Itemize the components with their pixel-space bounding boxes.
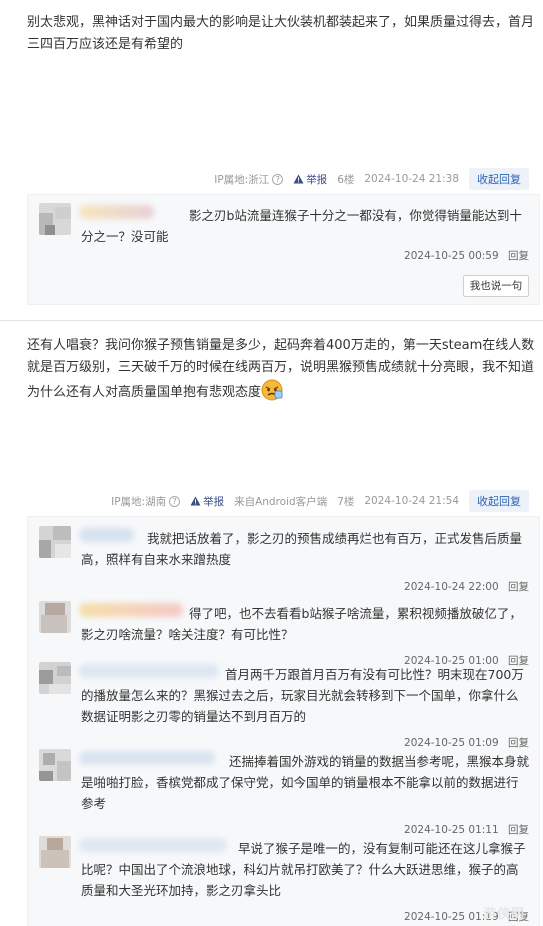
help-icon[interactable]: ? [169,495,181,507]
reply-text: 得了吧，也不去看看b站猴子啥流量，累积视频播放破亿了，影之刃啥流量？啥关注度？有… [81,606,522,642]
angry-emoji-icon [261,379,283,401]
help-icon[interactable]: ? [272,173,284,185]
reply-time: 2024-10-25 00:59 [404,250,499,262]
reply-text: 首月两千万跟首月百万有没有可比性？明末现在700万的播放量怎么来的？黑猴过去之后… [81,667,524,724]
ip-location: IP属地:浙江 ? [214,172,284,187]
avatar[interactable] [39,203,71,235]
reply-button[interactable]: 回复 [508,824,529,836]
reply-time-row: 2024-10-25 00:59 回复 [398,248,529,263]
avatar[interactable] [39,749,71,781]
reply-time-row: 2024-10-25 01:11 回复 [398,822,529,837]
post-time: 2024-10-24 21:54 [364,495,459,507]
reply-item: 还揣捧着国外游戏的销量的数据当参考呢，黑猴本身就是啪啪打脸，香槟党都成了保守党，… [39,749,529,837]
warning-icon [190,496,201,506]
post-content: 别太悲观，黑神话对于国内最大的影响是让大伙装机都装起来了，如果质量过得去，首月三… [27,15,535,52]
reply-text: 影之刃b站流量连猴子十分之一都没有，你觉得销量能达到十分之一？没可能 [81,208,522,244]
reply-item: 影之刃b站流量连猴子十分之一都没有，你觉得销量能达到十分之一？没可能 2024-… [39,203,529,263]
client-source[interactable]: 来自Android客户端 [234,494,327,509]
site-watermark: 游侠网 [482,907,525,922]
reply-item: 得了吧，也不去看看b站猴子啥流量，累积视频播放破亿了，影之刃啥流量？啥关注度？有… [39,601,529,667]
post-content: 还有人唱衰？我问你猴子预售销量是多少，起码奔着400万走的，第一天steam在线… [27,338,535,401]
reply-button[interactable]: 回复 [508,250,529,262]
reply-button[interactable]: 回复 [508,581,529,593]
reply-item: 我就把话放着了，影之刃的预售成绩再烂也有百万，正式发售后质量高，照样有自来水来蹭… [39,526,529,601]
post-meta: IP属地:浙江 ? 举报 6楼 2024-10-24 21:38 收起回复 [204,168,529,190]
report-link[interactable]: 举报 [190,494,224,509]
reply-time-row: 2024-10-24 22:00 回复 [398,579,529,594]
reply-time: 2024-10-24 22:00 [404,581,499,593]
post-time: 2024-10-24 21:38 [364,173,459,185]
reply-text: 还揣捧着国外游戏的销量的数据当参考呢，黑猴本身就是啪啪打脸，香槟党都成了保守党，… [81,754,530,811]
reply-text: 早说了猴子是唯一的，没有复制可能还在这儿拿猴子比呢？中国出了个流浪地球，科幻片就… [81,841,526,898]
reply-item: 早说了猴子是唯一的，没有复制可能还在这儿拿猴子比呢？中国出了个流浪地球，科幻片就… [39,836,529,926]
avatar[interactable] [39,662,71,694]
post-floor-6: 别太悲观，黑神话对于国内最大的影响是让大伙装机都装起来了，如果质量过得去，首月三… [0,0,543,320]
avatar[interactable] [39,836,71,868]
report-link[interactable]: 举报 [293,172,327,187]
say-something-button[interactable]: 我也说一句 [463,275,529,297]
reply-text: 我就把话放着了，影之刃的预售成绩再烂也有百万，正式发售后质量高，照样有自来水来蹭… [81,531,523,567]
post-meta: IP属地:湖南 ? 举报 来自Android客户端 7楼 2024-10-24 … [101,490,529,512]
collapse-replies-button[interactable]: 收起回复 [469,168,529,190]
warning-icon [293,174,304,184]
post-floor-7: 还有人唱衰？我问你猴子预售销量是多少，起码奔着400万走的，第一天steam在线… [0,321,543,926]
floor-number: 6楼 [337,173,355,186]
reply-item: 首月两千万跟首月百万有没有可比性？明末现在700万的播放量怎么来的？黑猴过去之后… [39,662,529,750]
reply-button[interactable]: 回复 [508,737,529,749]
avatar[interactable] [39,601,71,633]
reply-list: 我就把话放着了，影之刃的预售成绩再烂也有百万，正式发售后质量高，照样有自来水来蹭… [27,516,540,926]
floor-number: 7楼 [337,495,355,508]
collapse-replies-button[interactable]: 收起回复 [469,490,529,512]
reply-time: 2024-10-25 01:09 [404,737,499,749]
avatar[interactable] [39,526,71,558]
ip-location: IP属地:湖南 ? [111,494,181,509]
reply-time: 2024-10-25 01:11 [404,824,499,836]
reply-time-row: 2024-10-25 01:09 回复 [398,735,529,750]
reply-list: 影之刃b站流量连猴子十分之一都没有，你觉得销量能达到十分之一？没可能 2024-… [27,194,540,305]
